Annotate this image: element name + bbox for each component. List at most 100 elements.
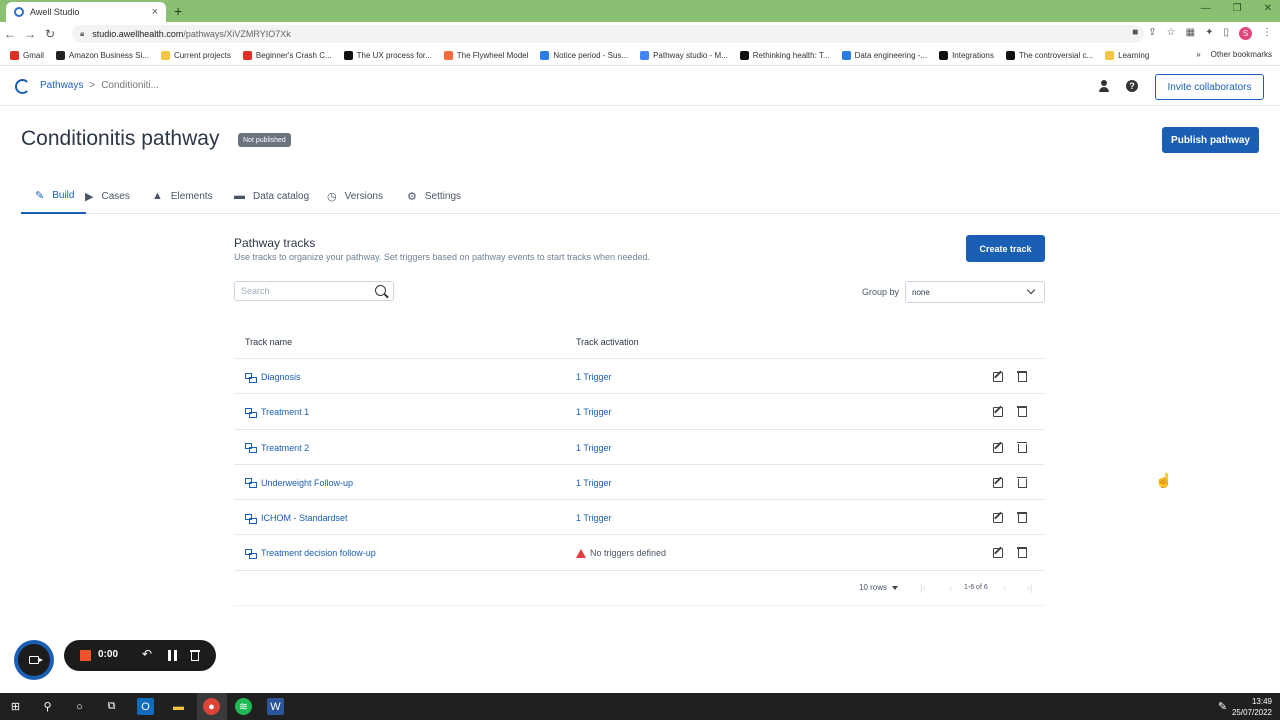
outlook-icon[interactable]: O: [137, 698, 154, 715]
bookmarks-bar: Gmail Amazon Business Si... Current projec…: [0, 46, 1280, 66]
taskbar-search-icon[interactable]: ⚲: [39, 698, 56, 715]
stop-record-icon[interactable]: [80, 650, 91, 661]
track-name-link[interactable]: Treatment 2: [245, 443, 309, 454]
undo-icon[interactable]: ↶: [142, 647, 152, 661]
edit-icon[interactable]: [992, 441, 1004, 453]
taskbar-clock[interactable]: 13:49 25/07/2022: [1232, 696, 1272, 718]
track-name-link[interactable]: ICHOM - Standardset: [245, 513, 348, 524]
word-icon[interactable]: W: [267, 698, 284, 715]
bookmarks-more-icon[interactable]: »: [1196, 50, 1200, 59]
pen-icon[interactable]: ✎: [1214, 698, 1231, 715]
prev-page-icon[interactable]: ‹: [949, 583, 952, 593]
bookmark-item[interactable]: Current projects: [160, 51, 231, 60]
edit-icon[interactable]: [992, 546, 1004, 559]
search-field: [234, 281, 394, 301]
bookmark-item[interactable]: Data engineering -...: [841, 51, 927, 60]
reload-icon[interactable]: ↻: [40, 27, 60, 41]
track-activation: No triggers defined: [576, 548, 666, 558]
edit-icon[interactable]: [992, 511, 1004, 524]
windows-start-icon[interactable]: ⊞: [7, 698, 24, 715]
star-icon[interactable]: ☆: [1167, 27, 1176, 40]
bookmark-item[interactable]: The controversial c...: [1005, 51, 1093, 60]
edit-icon[interactable]: [992, 405, 1004, 418]
pause-icon[interactable]: [168, 650, 177, 661]
create-track-button[interactable]: Create track: [966, 235, 1045, 262]
search-icon[interactable]: [375, 285, 386, 296]
tab-close-icon[interactable]: ×: [152, 6, 158, 18]
table-header: Track name Track activation: [234, 325, 1045, 359]
track-name-link[interactable]: Treatment 1: [245, 407, 309, 418]
sidebar-icon[interactable]: ▯: [1223, 27, 1229, 40]
track-activation[interactable]: 1 Trigger: [576, 407, 612, 417]
bookmark-item[interactable]: Gmail: [10, 51, 44, 60]
new-tab-button[interactable]: +: [174, 3, 182, 19]
task-view-icon[interactable]: ⧉: [103, 698, 120, 715]
table-row: Treatment 1 1 Trigger: [234, 394, 1045, 430]
tab-cases[interactable]: ▶ Cases: [85, 178, 130, 214]
track-name-link[interactable]: Underweight Follow-up: [245, 478, 353, 489]
cortana-icon[interactable]: ○: [71, 698, 88, 715]
trash-icon[interactable]: [1017, 546, 1027, 559]
browser-tab[interactable]: Awell Studio ×: [6, 2, 166, 22]
profile-avatar[interactable]: S: [1239, 27, 1252, 40]
file-explorer-icon[interactable]: ▬: [170, 698, 187, 715]
minimize-icon[interactable]: —: [1201, 3, 1211, 14]
bookmark-item[interactable]: The Flywheel Model: [443, 51, 529, 60]
extension-icon[interactable]: ▦: [1186, 27, 1195, 40]
edit-icon[interactable]: [992, 370, 1004, 382]
tab-build[interactable]: ✎ Build: [21, 178, 87, 214]
tab-settings[interactable]: ⚙ Settings: [407, 178, 461, 214]
spotify-icon[interactable]: ≋: [235, 698, 252, 715]
recorder-camera-button[interactable]: [14, 640, 54, 680]
trash-icon[interactable]: [1017, 441, 1027, 453]
breadcrumb-pathways[interactable]: Pathways: [40, 80, 83, 91]
close-window-icon[interactable]: ✕: [1264, 3, 1272, 14]
track-name-link[interactable]: Treatment decision follow-up: [245, 548, 376, 559]
rows-per-page-select[interactable]: 10 rows: [859, 583, 899, 592]
bookmark-item[interactable]: Beginner's Crash C...: [242, 51, 332, 60]
tab-versions[interactable]: ◷ Versions: [327, 178, 383, 214]
bookmark-item[interactable]: Integrations: [939, 51, 994, 60]
camera-icon[interactable]: ■: [1132, 27, 1138, 40]
bookmark-item[interactable]: Amazon Business Si...: [55, 51, 149, 60]
first-page-icon[interactable]: |‹: [920, 583, 925, 593]
search-input[interactable]: [241, 284, 361, 298]
share-icon[interactable]: ⇪: [1148, 27, 1156, 40]
track-activation[interactable]: 1 Trigger: [576, 372, 612, 382]
publish-pathway-button[interactable]: Publish pathway: [1162, 127, 1259, 153]
trash-icon[interactable]: [1017, 370, 1027, 382]
bookmark-item[interactable]: Notice period - Sus...: [540, 51, 628, 60]
chrome-icon[interactable]: ●: [203, 698, 220, 715]
edit-icon[interactable]: [992, 476, 1004, 488]
help-icon[interactable]: ?: [1126, 80, 1138, 92]
last-page-icon[interactable]: ›|: [1027, 583, 1032, 593]
track-activation[interactable]: 1 Trigger: [576, 513, 612, 523]
tab-elements[interactable]: ▲ Elements: [152, 178, 213, 214]
awell-logo-icon[interactable]: [15, 79, 30, 94]
forward-icon[interactable]: →: [20, 27, 40, 41]
bookmark-item[interactable]: Pathway studio - M...: [640, 51, 728, 60]
track-activation[interactable]: 1 Trigger: [576, 478, 612, 488]
group-by-select[interactable]: none: [905, 281, 1045, 303]
recorder-trash-icon[interactable]: [190, 649, 200, 661]
tab-data-catalog[interactable]: ▬ Data catalog: [234, 178, 309, 214]
trash-icon[interactable]: [1017, 511, 1027, 524]
trash-icon[interactable]: [1017, 405, 1027, 418]
track-name-link[interactable]: Diagnosis: [245, 372, 301, 383]
user-icon[interactable]: [1098, 80, 1110, 92]
bookmark-label: The Flywheel Model: [456, 51, 529, 60]
bookmark-item[interactable]: Learning: [1105, 51, 1149, 60]
menu-icon[interactable]: ⋮: [1262, 27, 1272, 40]
puzzle-icon[interactable]: ✦: [1205, 27, 1213, 40]
activation-text: 1 Trigger: [576, 477, 612, 488]
invite-collaborators-button[interactable]: Invite collaborators: [1155, 74, 1264, 100]
track-activation[interactable]: 1 Trigger: [576, 443, 612, 453]
address-bar[interactable]: 🔒︎ studio.awellhealth.com/pathways/XiVZM…: [72, 25, 1144, 43]
bookmark-item[interactable]: Rethinking health: T...: [739, 51, 830, 60]
next-page-icon[interactable]: ›: [1003, 583, 1006, 593]
back-icon[interactable]: ←: [0, 27, 20, 41]
other-bookmarks[interactable]: Other bookmarks: [1211, 50, 1272, 59]
bookmark-item[interactable]: The UX process for...: [343, 51, 432, 60]
restore-icon[interactable]: ❐: [1233, 3, 1242, 14]
trash-icon[interactable]: [1017, 476, 1027, 488]
